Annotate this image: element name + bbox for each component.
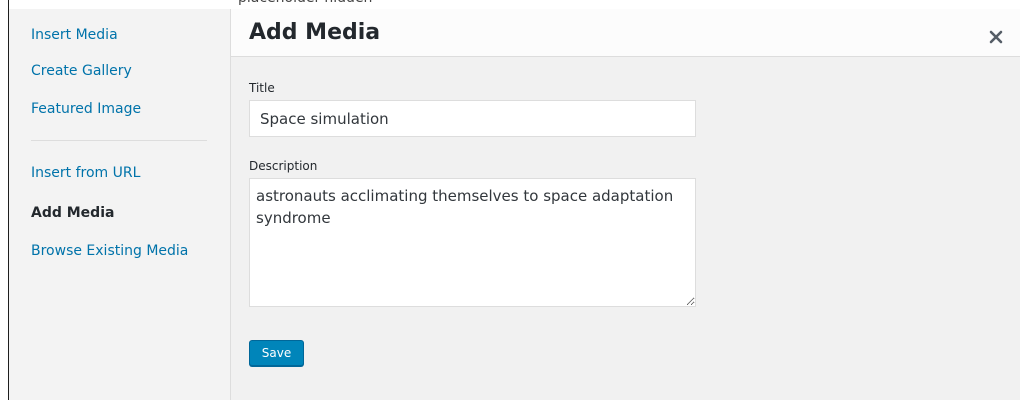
close-icon	[989, 30, 1003, 43]
sidebar-item-featured-image[interactable]: Featured Image	[31, 99, 141, 119]
sidebar-item-add-media[interactable]: Add Media	[31, 203, 114, 223]
save-button[interactable]: Save	[249, 340, 304, 366]
clipped-background-text: placeholder-hidden	[232, 0, 772, 6]
description-label: Description	[249, 159, 318, 173]
title-input[interactable]	[249, 100, 696, 137]
sidebar-item-create-gallery[interactable]: Create Gallery	[31, 61, 132, 81]
title-label: Title	[249, 81, 275, 95]
description-textarea[interactable]: astronauts acclimating themselves to spa…	[249, 178, 696, 307]
media-router-sidebar: Insert Media Create Gallery Featured Ima…	[9, 9, 231, 400]
modal-header: Add Media	[231, 9, 1020, 57]
page-title: Add Media	[249, 20, 381, 45]
media-modal: placeholder-hidden Insert Media Create G…	[0, 0, 1020, 400]
close-button[interactable]	[982, 19, 1010, 47]
modal-content: Add Media Title Description astronauts a…	[231, 9, 1020, 400]
sidebar-item-insert-media[interactable]: Insert Media	[31, 25, 118, 45]
sidebar-separator	[31, 140, 207, 141]
sidebar-item-insert-from-url[interactable]: Insert from URL	[31, 163, 140, 183]
sidebar-item-browse-existing-media[interactable]: Browse Existing Media	[31, 241, 188, 261]
